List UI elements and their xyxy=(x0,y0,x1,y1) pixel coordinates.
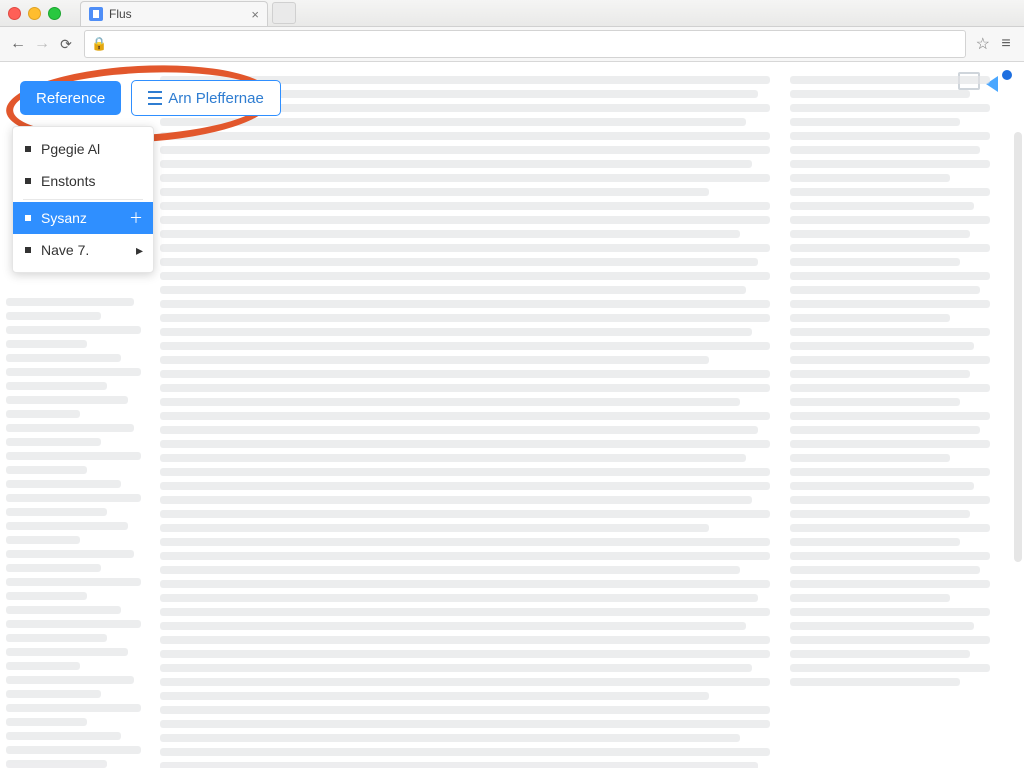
tab-strip: Flus × xyxy=(80,0,296,26)
scrollbar[interactable] xyxy=(1014,132,1022,562)
chevron-right-icon: ▸ xyxy=(136,242,143,259)
forward-button[interactable]: → xyxy=(30,32,54,56)
bullet-icon xyxy=(25,146,31,152)
browser-menu-button[interactable]: ≡ xyxy=(994,32,1018,56)
dropdown-item[interactable]: Pgegie Al xyxy=(13,133,153,165)
bookmark-star-icon[interactable]: ☆ xyxy=(976,34,990,54)
window-controls xyxy=(0,0,76,26)
dropdown-item-active[interactable]: Sysanz ＋ xyxy=(13,202,153,234)
secondary-button[interactable]: Arn Pleffernae xyxy=(131,80,281,116)
reference-button-label: Reference xyxy=(36,90,105,107)
url-input[interactable] xyxy=(111,36,958,53)
address-bar[interactable]: 🔒 xyxy=(84,30,966,58)
bullet-icon xyxy=(25,215,31,221)
back-button[interactable]: ← xyxy=(6,32,30,56)
dropdown-item[interactable]: Nave 7. ▸ xyxy=(13,234,153,266)
left-column-text xyxy=(6,292,141,768)
lock-icon: 🔒 xyxy=(91,36,107,52)
dropdown-item-label: Enstonts xyxy=(41,173,95,189)
plus-icon[interactable]: ＋ xyxy=(129,208,143,228)
dropdown-item-label: Pgegie Al xyxy=(41,141,100,157)
dropdown-item[interactable]: Enstonts xyxy=(13,165,153,197)
close-window-button[interactable] xyxy=(8,7,21,20)
dropdown-item-label: Sysanz xyxy=(41,210,87,226)
reference-dropdown: Pgegie Al Enstonts Sysanz ＋ Nave 7. ▸ xyxy=(12,126,154,273)
page-content: Reference Arn Pleffernae Pgegie Al Ensto… xyxy=(0,62,1024,768)
list-icon xyxy=(148,91,162,105)
bullet-icon xyxy=(25,178,31,184)
tab-title: Flus xyxy=(109,7,247,21)
browser-titlebar: Flus × xyxy=(0,0,1024,27)
browser-toolbar: ← → ⟳ 🔒 ☆ ≡ xyxy=(0,27,1024,62)
browser-tab[interactable]: Flus × xyxy=(80,1,268,26)
bullet-icon xyxy=(25,247,31,253)
reload-button[interactable]: ⟳ xyxy=(54,32,78,56)
tab-close-icon[interactable]: × xyxy=(251,7,259,22)
action-button-bar: Reference Arn Pleffernae xyxy=(20,80,281,116)
reference-button[interactable]: Reference xyxy=(20,81,121,115)
right-column-text xyxy=(790,70,990,692)
main-column-text xyxy=(160,70,770,768)
new-tab-button[interactable] xyxy=(272,2,296,24)
tab-favicon-icon xyxy=(89,7,103,21)
secondary-button-label: Arn Pleffernae xyxy=(168,90,264,107)
minimize-window-button[interactable] xyxy=(28,7,41,20)
dropdown-separator xyxy=(23,199,143,200)
dropdown-item-label: Nave 7. xyxy=(41,242,89,258)
zoom-window-button[interactable] xyxy=(48,7,61,20)
